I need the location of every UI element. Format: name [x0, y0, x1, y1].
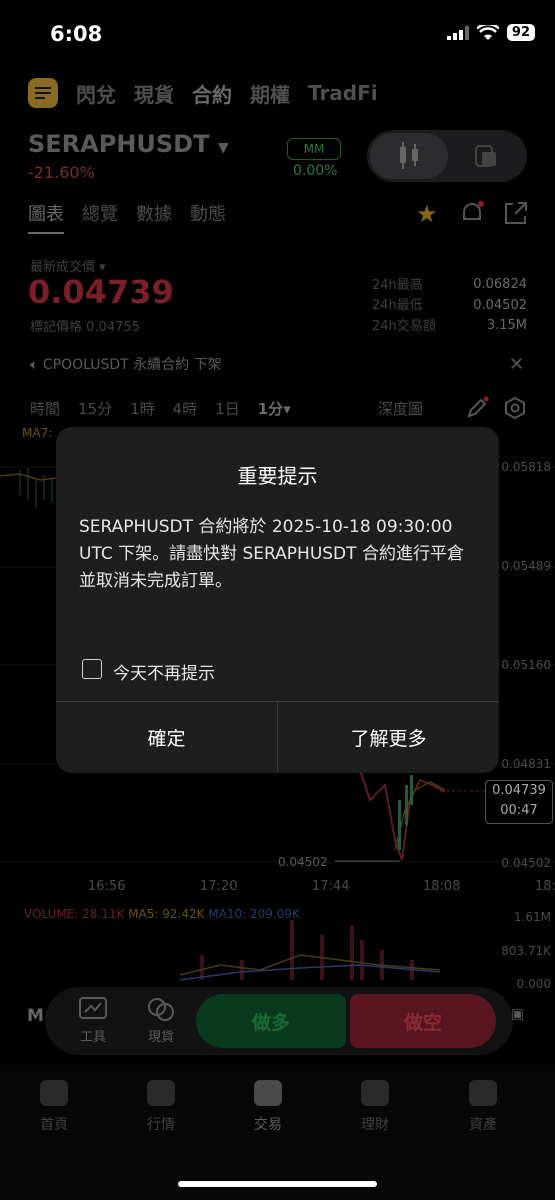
wallet-icon	[469, 1080, 497, 1106]
chevron-down-icon: ▼	[217, 140, 229, 156]
tab-swap[interactable]: 閃兌	[76, 79, 116, 108]
earn-icon	[361, 1080, 389, 1106]
timeframe-bar: 時間 15分 1時 4時 1日 1分▾	[30, 398, 291, 419]
dialog-title: 重要提示	[237, 464, 318, 488]
long-button[interactable]: 做多	[196, 994, 346, 1048]
share-icon[interactable]	[503, 200, 529, 226]
confirm-button[interactable]: 確定	[56, 701, 277, 773]
dont-show-checkbox[interactable]	[82, 659, 102, 679]
price-axis-label: 0.05818	[501, 460, 551, 474]
time-axis-label: 17:20	[200, 879, 238, 894]
calculator-icon[interactable]: ▣	[511, 1006, 524, 1022]
price-axis-label: 0.04502	[501, 856, 551, 870]
last-price: 0.04739	[28, 273, 174, 311]
tab-options[interactable]: 期權	[250, 79, 290, 108]
current-price-tag: 0.04739 00:47	[485, 780, 553, 824]
nav-assets[interactable]: 資產	[448, 1080, 518, 1134]
star-icon[interactable]: ★	[416, 200, 438, 228]
stat-label-turnover: 24h交易額	[372, 319, 436, 334]
dialog-message: SERAPHUSDT 合約將於 2025-10-18 09:30:00 UTC …	[79, 517, 464, 591]
pair-change: -21.60%	[28, 163, 95, 182]
price-axis-label: 0.04831	[501, 757, 551, 771]
tf-4h[interactable]: 4時	[173, 398, 198, 419]
speaker-icon: 🔈︎	[30, 357, 39, 373]
low-marker: 0.04502	[278, 855, 328, 869]
tab-data[interactable]: 數據	[136, 200, 172, 234]
ma-label: MA7:	[22, 426, 53, 440]
stat-value-low: 0.04502	[473, 298, 527, 313]
nav-markets[interactable]: 行情	[126, 1080, 196, 1134]
current-price-value: 0.04739	[492, 783, 546, 798]
volume-axis-label: 0.000	[516, 977, 551, 991]
time-axis-label: 17:44	[312, 879, 350, 894]
price-axis-label: 0.05160	[501, 658, 551, 672]
depth-chart-tab[interactable]: 深度圖	[378, 398, 423, 419]
battery-indicator: 92	[506, 24, 535, 41]
time-axis-label: 16:56	[88, 879, 126, 894]
tools-button[interactable]: 工具	[76, 996, 110, 1045]
time-axis-label: 18:08	[423, 879, 461, 894]
tf-15m[interactable]: 15分	[78, 398, 112, 419]
menu-icon[interactable]	[28, 78, 58, 108]
stat-label-low: 24h最低	[372, 298, 423, 313]
stat-value-high: 0.06824	[473, 277, 527, 292]
trade-icon	[254, 1080, 282, 1106]
short-button[interactable]: 做空	[350, 994, 496, 1048]
wifi-icon	[476, 24, 499, 40]
home-icon	[40, 1080, 68, 1106]
notice-bar[interactable]: 🔈︎ CPOOLUSDT 永續合約 下架	[30, 354, 222, 374]
home-indicator	[178, 1181, 377, 1187]
tf-1m[interactable]: 1分▾	[258, 398, 291, 419]
nav-earn[interactable]: 理財	[340, 1080, 410, 1134]
tab-news[interactable]: 動態	[190, 200, 226, 234]
notice-text: CPOOLUSDT 永續合約 下架	[42, 357, 222, 373]
nav-trade[interactable]: 交易	[233, 1080, 303, 1134]
candlestick-icon	[400, 142, 418, 169]
nav-home[interactable]: 首頁	[19, 1080, 89, 1134]
markets-icon	[147, 1080, 175, 1106]
tab-overview[interactable]: 總覽	[82, 200, 118, 234]
price-axis-label: 0.05489	[501, 559, 551, 573]
pair-symbol: SERAPHUSDT	[28, 130, 210, 158]
order-book-icon[interactable]	[474, 144, 498, 168]
mm-value: 0.00%	[293, 163, 338, 179]
tab-tradfi[interactable]: TradFi	[308, 81, 378, 105]
learn-more-button[interactable]: 了解更多	[278, 701, 499, 773]
sub-tab-bar: 圖表 總覽 數據 動態	[28, 200, 226, 234]
mark-price: 標記價格 0.04755	[30, 320, 140, 335]
pair-selector[interactable]: SERAPHUSDT ▼	[28, 130, 229, 158]
tf-1h[interactable]: 1時	[130, 398, 155, 419]
spot-button[interactable]: 現貨	[144, 996, 178, 1045]
volume-chart	[179, 920, 441, 981]
tf-1d[interactable]: 1日	[215, 398, 240, 419]
volume-axis-label: 803.71K	[501, 944, 551, 958]
stat-value-turnover: 3.15M	[486, 318, 527, 333]
top-tab-bar: 閃兌 現貨 合約 期權 TradFi	[28, 78, 378, 108]
tab-chart[interactable]: 圖表	[28, 200, 64, 234]
pencil-icon[interactable]	[465, 396, 489, 420]
tab-spot[interactable]: 現貨	[134, 79, 174, 108]
indicator-m-label[interactable]: M	[27, 1006, 44, 1026]
dont-show-label[interactable]: 今天不再提示	[113, 659, 215, 684]
mm-badge[interactable]: MM	[287, 138, 341, 160]
status-time: 6:08	[50, 22, 103, 46]
chart-tool-icon	[79, 997, 107, 1019]
close-icon[interactable]: ✕	[509, 354, 524, 375]
time-axis-label: 18:	[535, 879, 555, 894]
candlestick-toggle[interactable]	[370, 133, 448, 179]
status-icons: 92	[446, 24, 535, 41]
settings-icon[interactable]	[503, 396, 527, 420]
stat-label-high: 24h最高	[372, 278, 423, 293]
signal-icon	[446, 25, 469, 40]
volume-axis-label: 1.61M	[513, 910, 551, 924]
tf-time[interactable]: 時間	[30, 398, 60, 419]
candle-countdown: 00:47	[500, 803, 538, 818]
bell-icon[interactable]	[459, 200, 485, 226]
swap-icon	[148, 998, 174, 1021]
tab-futures[interactable]: 合約	[192, 79, 232, 108]
